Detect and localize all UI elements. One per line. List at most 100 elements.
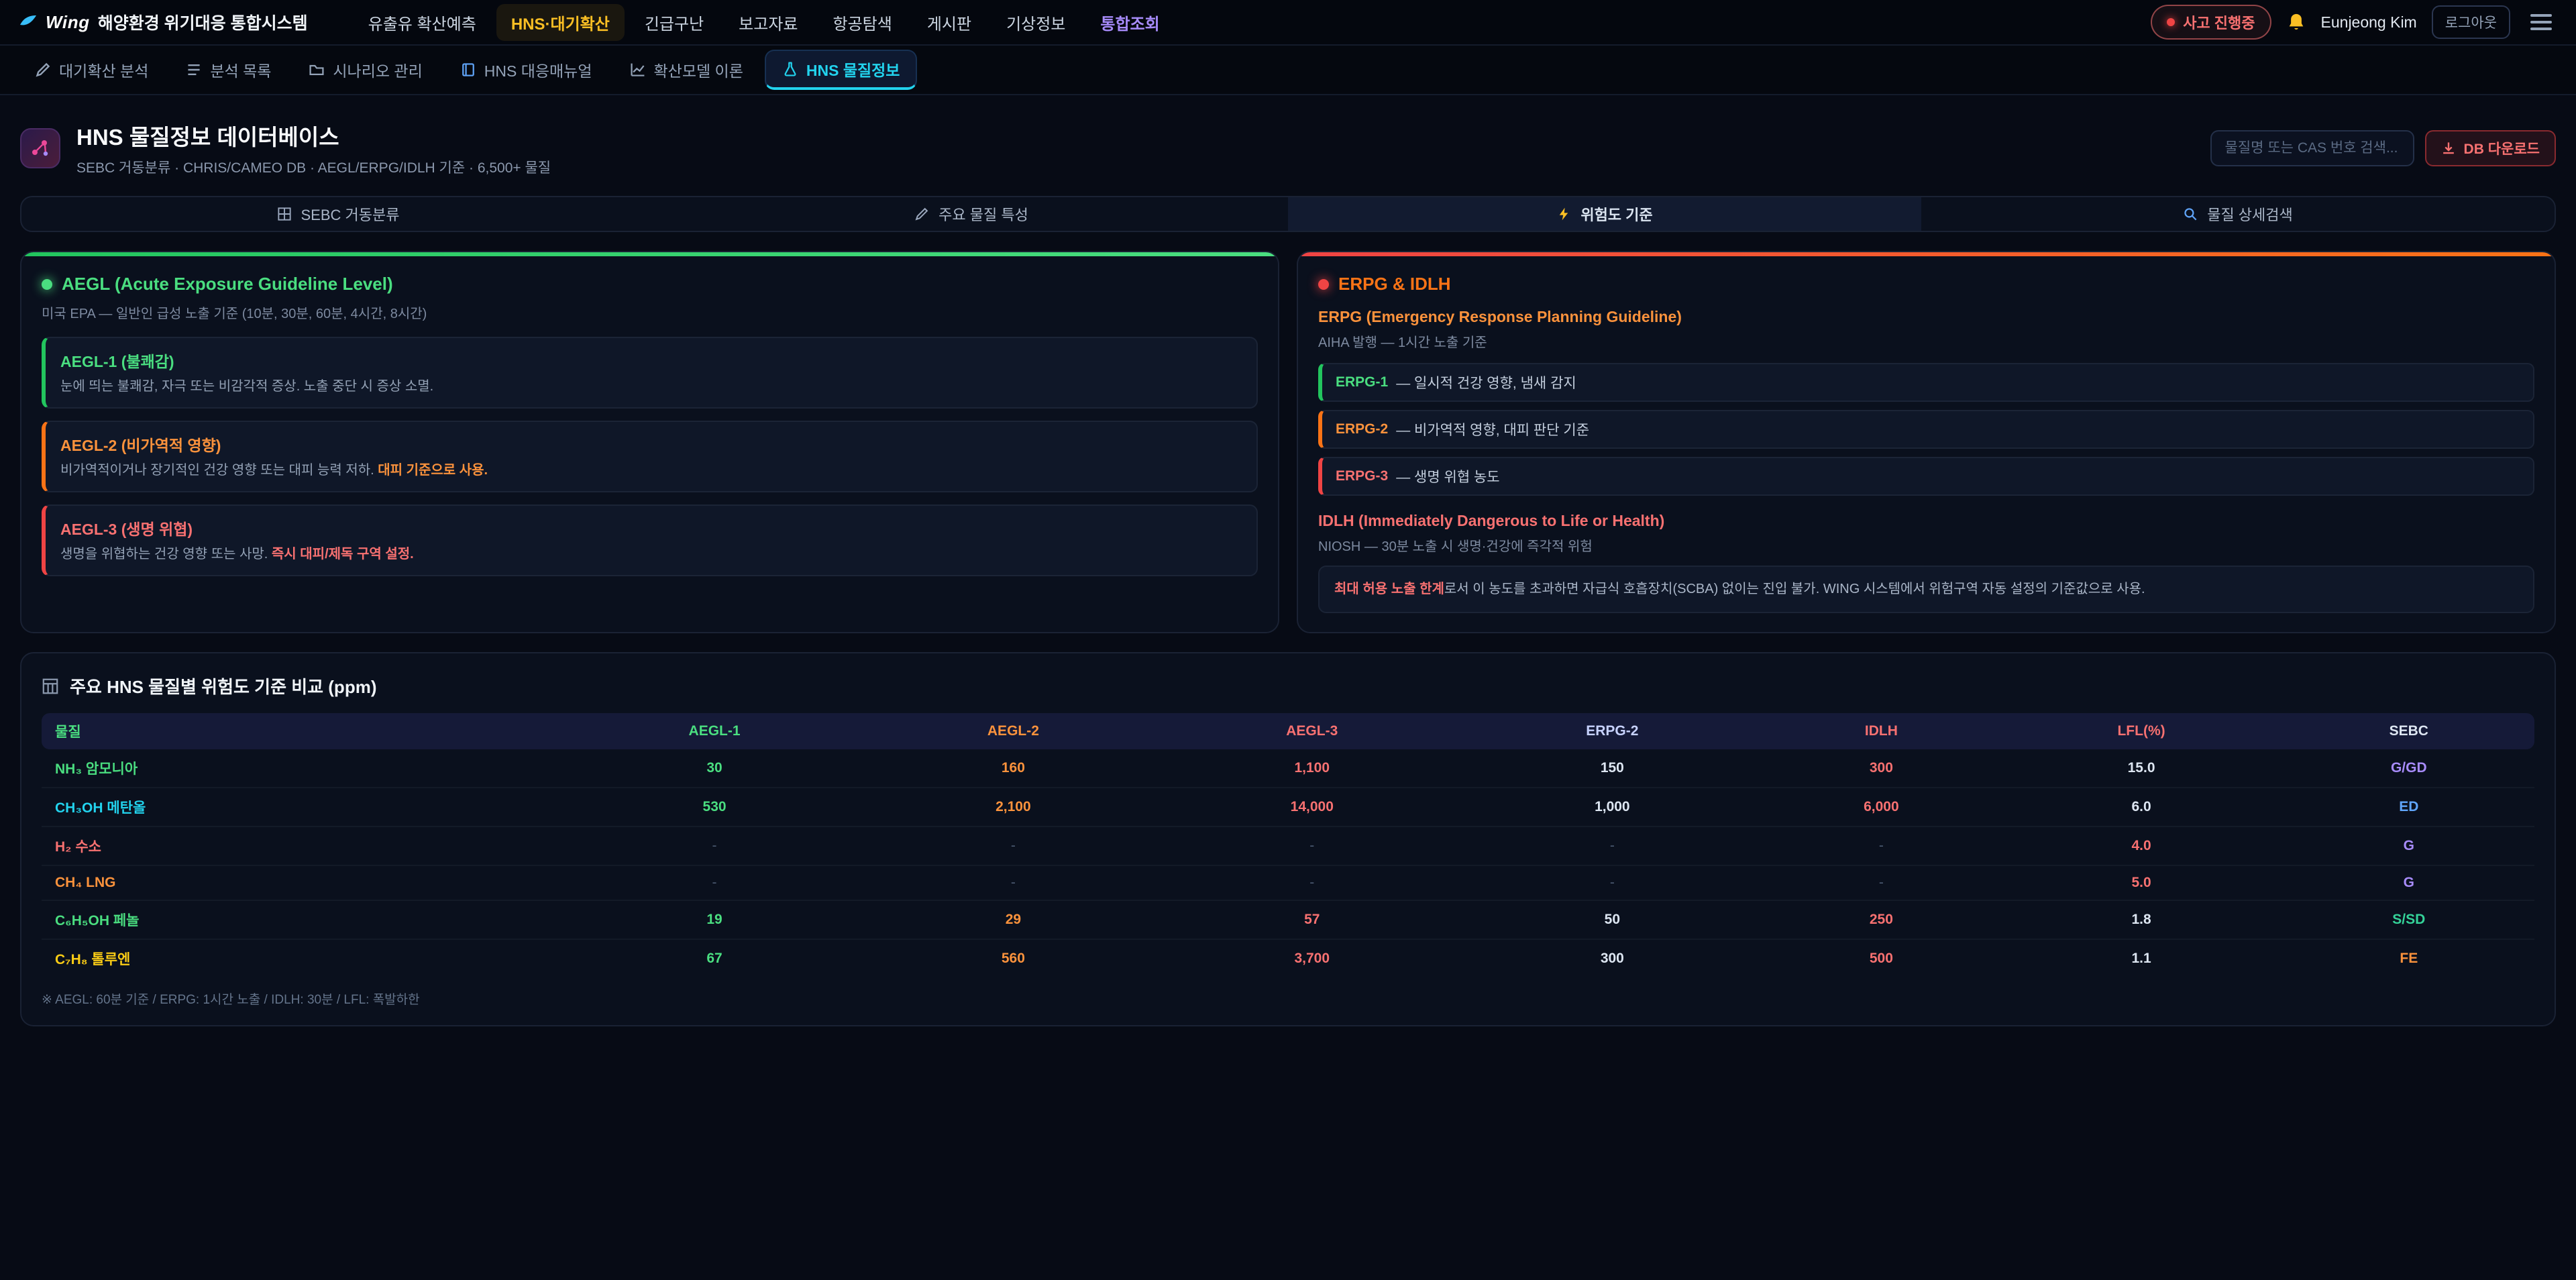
table-title: 주요 HNS 물질별 위험도 기준 비교 (ppm) — [42, 674, 2534, 698]
table-icon — [42, 678, 59, 695]
aegl-level-desc: 비가역적이거나 장기적인 건강 영향 또는 대피 능력 저하. 대피 기준으로 … — [60, 461, 1242, 480]
erpg-panel-title: ERPG & IDLH — [1318, 274, 2534, 295]
subtab-label: HNS 대응매뉴얼 — [484, 58, 592, 81]
aegl-level-desc: 눈에 띄는 불쾌감, 자극 또는 비감각적 증상. 노출 중단 시 증상 소멸. — [60, 377, 1242, 396]
subtab-label: 분석 목록 — [210, 58, 271, 81]
col-sebc[interactable]: SEBC — [2284, 713, 2534, 749]
aegl-level-3-card: AEGL-3 (생명 위협) 생명을 위협하는 건강 영향 또는 사망. 즉시 … — [42, 504, 1258, 576]
nav-item-weather[interactable]: 기상정보 — [991, 4, 1080, 41]
nav-item-integrated-search[interactable]: 통합조회 — [1085, 4, 1174, 41]
section-tab-properties[interactable]: 주요 물질 특성 — [655, 197, 1288, 231]
section-tab-hazard-criteria[interactable]: 위험도 기준 — [1288, 197, 1921, 231]
incident-status-badge[interactable]: 사고 진행중 — [2151, 5, 2271, 40]
aegl-level-name: AEGL-1 (불쾌감) — [60, 349, 1242, 372]
table-row[interactable]: H₂ 수소 - - - - - 4.0 G — [42, 826, 2534, 865]
comparison-table-panel: 주요 HNS 물질별 위험도 기준 비교 (ppm) 물질 AEGL-1 AEG… — [20, 652, 2556, 1026]
section-tab-label: SEBC 거동분류 — [301, 203, 400, 225]
incident-dot-icon — [2167, 18, 2175, 26]
hazard-comparison-table: 물질 AEGL-1 AEGL-2 AEGL-3 ERPG-2 IDLH LFL(… — [42, 713, 2534, 977]
idlh-heading: IDLH (Immediately Dangerous to Life or H… — [1318, 512, 2534, 530]
table-row[interactable]: C₆H₅OH 페놀 19 29 57 50 250 1.8 S/SD — [42, 900, 2534, 939]
erpg-level-3-row: ERPG-3 — 생명 위협 농도 — [1318, 457, 2534, 496]
db-download-button[interactable]: DB 다운로드 — [2425, 130, 2556, 166]
erpg-level-2-row: ERPG-2 — 비가역적 영향, 대피 판단 기준 — [1318, 410, 2534, 449]
col-aegl3[interactable]: AEGL-3 — [1163, 713, 1461, 749]
section-tab-bar: SEBC 거동분류 주요 물질 특성 위험도 기준 물질 상세검색 — [20, 196, 2556, 232]
nav-item-oil-spill[interactable]: 유출유 확산예측 — [354, 4, 491, 41]
section-tab-label: 주요 물질 특성 — [938, 203, 1028, 225]
col-aegl1[interactable]: AEGL-1 — [565, 713, 863, 749]
subtab-hns-substance-info[interactable]: HNS 물질정보 — [765, 50, 918, 90]
nav-item-hns-dispersion[interactable]: HNS·대기확산 — [496, 4, 625, 41]
page-title: HNS 물질정보 데이터베이스 — [76, 119, 551, 152]
nav-item-aerial-search[interactable]: 항공탐색 — [818, 4, 906, 41]
nav-item-rescue[interactable]: 긴급구난 — [630, 4, 718, 41]
subtab-label: 시나리오 관리 — [333, 58, 422, 81]
table-footnote: ※ AEGL: 60분 기준 / ERPG: 1시간 노출 / IDLH: 30… — [42, 990, 2534, 1008]
aegl-level-desc: 생명을 위협하는 건강 영향 또는 사망. 즉시 대피/제독 구역 설정. — [60, 545, 1242, 564]
subtab-hns-manual[interactable]: HNS 대응매뉴얼 — [444, 52, 608, 88]
idlh-description-box: 최대 허용 노출 한계로서 이 농도를 초과하면 자급식 호흡장치(SCBA) … — [1318, 566, 2534, 613]
main-nav: 유출유 확산예측 HNS·대기확산 긴급구난 보고자료 항공탐색 게시판 기상정… — [354, 4, 1175, 41]
sub-tab-bar: 대기확산 분석 분석 목록 시나리오 관리 HNS 대응매뉴얼 확산모델 이론 … — [0, 46, 2576, 95]
nav-item-board[interactable]: 게시판 — [912, 4, 986, 41]
nav-item-reports[interactable]: 보고자료 — [724, 4, 812, 41]
manual-book-icon — [460, 62, 476, 78]
aegl-level-name: AEGL-3 (생명 위협) — [60, 517, 1242, 539]
brand[interactable]: Wing 해양환경 위기대응 통합시스템 — [19, 10, 308, 34]
main-content: HNS 물질정보 데이터베이스 SEBC 거동분류 · CHRIS/CAMEO … — [0, 95, 2576, 1026]
notification-bell-icon[interactable] — [2286, 12, 2306, 32]
green-dot-icon — [42, 279, 52, 290]
table-row[interactable]: NH₃ 암모니아 30 160 1,100 150 300 15.0 G/GD — [42, 749, 2534, 788]
subtab-analysis-list[interactable]: 분석 목록 — [170, 52, 287, 88]
aegl-level-2-card: AEGL-2 (비가역적 영향) 비가역적이거나 장기적인 건강 영향 또는 대… — [42, 421, 1258, 492]
folder-icon — [309, 62, 325, 78]
col-substance[interactable]: 물질 — [42, 713, 565, 749]
col-erpg2[interactable]: ERPG-2 — [1461, 713, 1763, 749]
molecule-icon — [20, 128, 60, 168]
download-icon — [2441, 141, 2456, 156]
subtab-scenario-management[interactable]: 시나리오 관리 — [292, 52, 438, 88]
bolt-icon — [1556, 207, 1571, 221]
table-row[interactable]: CH₃OH 메탄올 530 2,100 14,000 1,000 6,000 6… — [42, 788, 2534, 826]
wing-logo-icon — [19, 13, 38, 32]
subtab-model-theory[interactable]: 확산모델 이론 — [614, 52, 759, 88]
erpg-heading: ERPG (Emergency Response Planning Guidel… — [1318, 308, 2534, 326]
section-tab-detail-search[interactable]: 물질 상세검색 — [1921, 197, 2555, 231]
table-row[interactable]: CH₄ LNG - - - - - 5.0 G — [42, 865, 2534, 900]
erpg-idlh-panel: ERPG & IDLH ERPG (Emergency Response Pla… — [1297, 251, 2556, 633]
brand-logo-text: Wing — [46, 12, 90, 33]
logout-button[interactable]: 로그아웃 — [2432, 5, 2510, 39]
user-name: Eunjeong Kim — [2321, 13, 2417, 32]
red-dot-icon — [1318, 279, 1329, 290]
search-icon — [2183, 207, 2198, 221]
section-tab-sebc[interactable]: SEBC 거동분류 — [21, 197, 655, 231]
aegl-level-name: AEGL-2 (비가역적 영향) — [60, 433, 1242, 456]
aegl-level-1-card: AEGL-1 (불쾌감) 눈에 띄는 불쾌감, 자극 또는 비감각적 증상. 노… — [42, 337, 1258, 409]
brand-title: 해양환경 위기대응 통합시스템 — [98, 10, 308, 34]
col-idlh[interactable]: IDLH — [1763, 713, 1999, 749]
pencil-icon — [914, 207, 929, 221]
incident-badge-label: 사고 진행중 — [2183, 11, 2255, 33]
list-icon — [186, 62, 202, 78]
topbar: Wing 해양환경 위기대응 통합시스템 유출유 확산예측 HNS·대기확산 긴… — [0, 0, 2576, 46]
subtab-label: 대기확산 분석 — [59, 58, 148, 81]
aegl-panel: AEGL (Acute Exposure Guideline Level) 미국… — [20, 251, 1279, 633]
menu-icon[interactable] — [2525, 7, 2557, 37]
table-row[interactable]: C₇H₈ 톨루엔 67 560 3,700 300 500 1.1 FE — [42, 939, 2534, 977]
pencil-icon — [35, 62, 51, 78]
subtab-label: HNS 물질정보 — [806, 58, 900, 81]
erpg-level-1-row: ERPG-1 — 일시적 건강 영향, 냄새 감지 — [1318, 363, 2534, 402]
col-aegl2[interactable]: AEGL-2 — [864, 713, 1163, 749]
topbar-right: 사고 진행중 Eunjeong Kim 로그아웃 — [2151, 5, 2557, 40]
aegl-panel-title: AEGL (Acute Exposure Guideline Level) — [42, 274, 1258, 295]
erpg-subtitle: AIHA 발행 — 1시간 노출 기준 — [1318, 331, 2534, 351]
col-lfl[interactable]: LFL(%) — [2000, 713, 2284, 749]
page-header: HNS 물질정보 데이터베이스 SEBC 거동분류 · CHRIS/CAMEO … — [20, 119, 2556, 177]
subtab-dispersion-analysis[interactable]: 대기확산 분석 — [19, 52, 164, 88]
substance-search-input[interactable] — [2210, 130, 2414, 166]
subtab-label: 확산모델 이론 — [654, 58, 743, 81]
section-tab-label: 물질 상세검색 — [2207, 203, 2293, 225]
section-tab-label: 위험도 기준 — [1580, 203, 1652, 225]
db-download-label: DB 다운로드 — [2464, 138, 2540, 158]
